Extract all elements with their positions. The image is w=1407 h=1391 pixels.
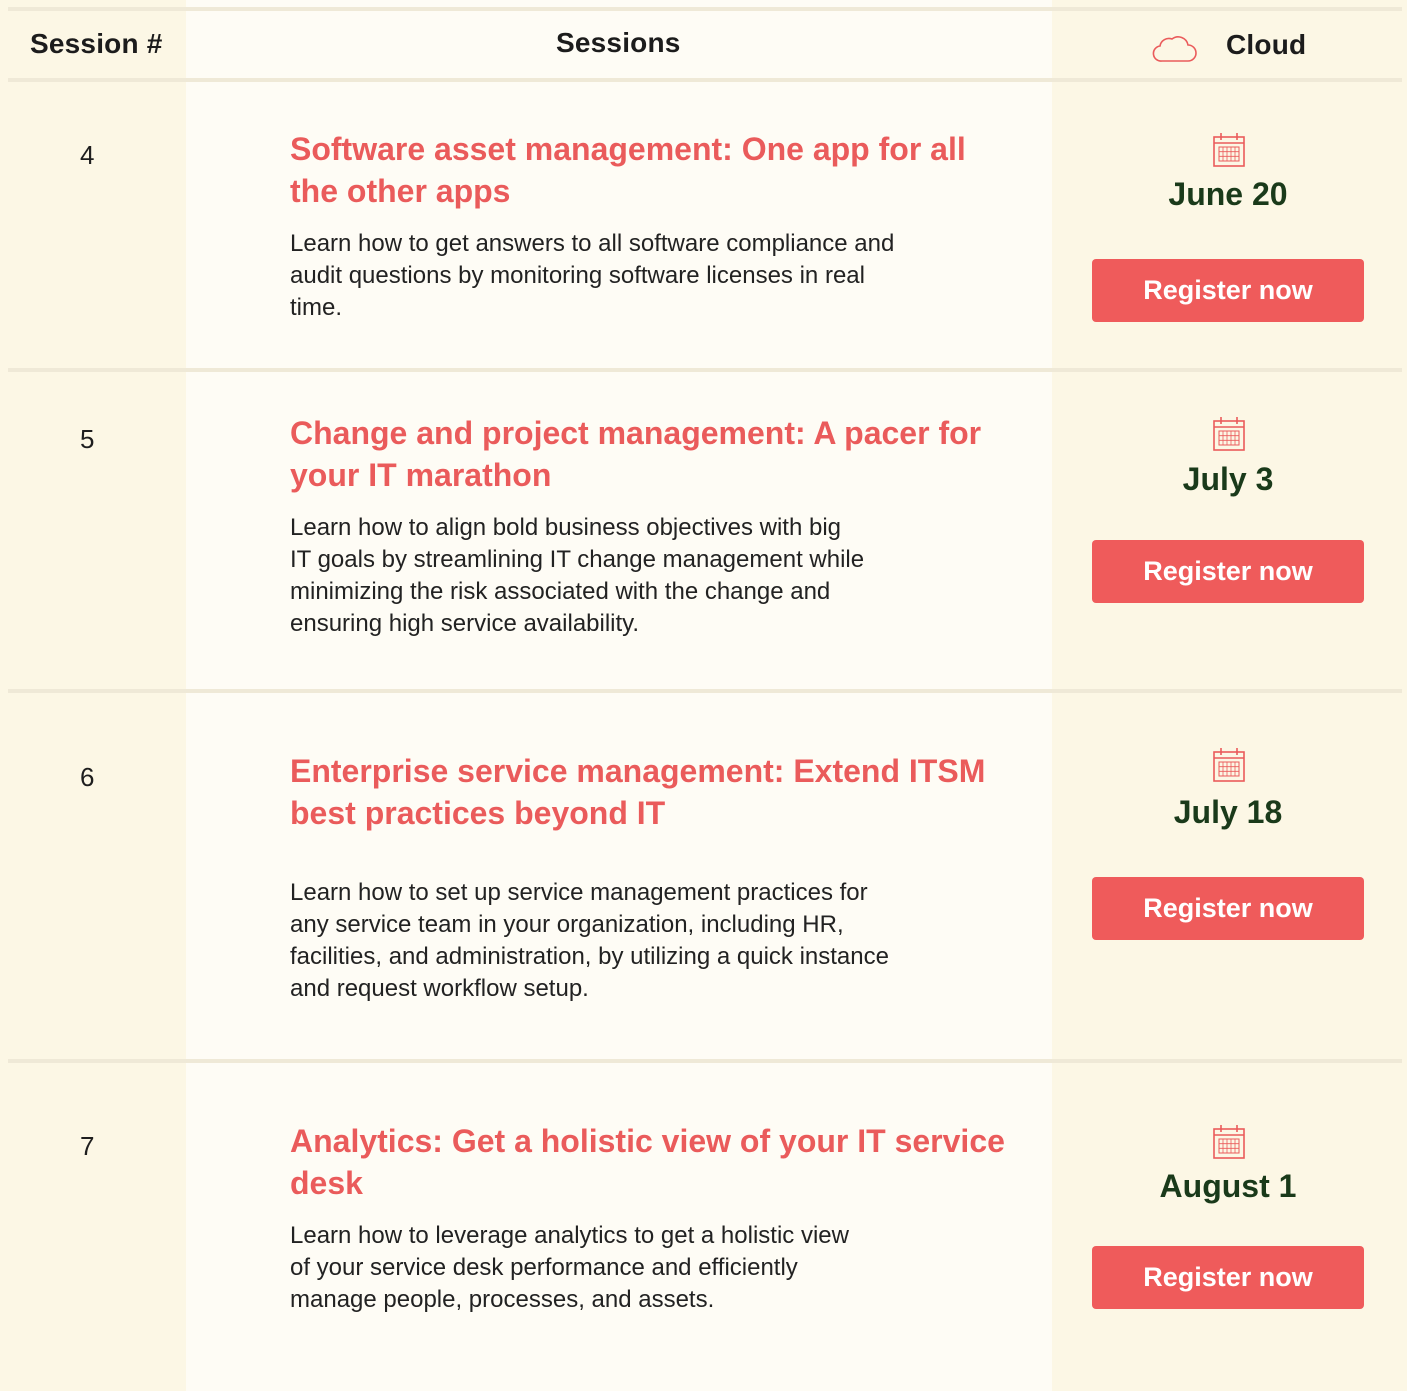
session-number: 6 (80, 762, 95, 792)
description-line: IT goals by streamlining IT change manag… (290, 546, 865, 573)
register-now-button[interactable]: Register now (1092, 1246, 1364, 1309)
session-number-column (0, 0, 186, 1391)
description-line: minimizing the risk associated with the … (290, 578, 831, 605)
header-session-number: Session # (30, 28, 163, 59)
session-number: 7 (80, 1131, 95, 1161)
session-date: July 18 (1173, 794, 1283, 830)
session-date: June 20 (1168, 176, 1288, 212)
description-line: Learn how to leverage analytics to get a… (290, 1222, 849, 1249)
webinar-schedule-table: Session # Sessions Cloud 4 Software asse… (0, 0, 1407, 1391)
session-title: Change and project management: A pacer f… (290, 415, 982, 493)
header-divider (8, 78, 1402, 82)
description-line: manage people, processes, and assets. (290, 1286, 715, 1313)
calendar-icon (1213, 748, 1245, 782)
description-line: of your service desk performance and eff… (290, 1254, 798, 1281)
row-divider (8, 689, 1402, 693)
session-description: Learn how to get answers to all software… (290, 228, 894, 324)
description-line: audit questions by monitoring software l… (290, 262, 865, 289)
description-line: Learn how to set up service management p… (290, 879, 868, 906)
register-now-button[interactable]: Register now (1092, 540, 1364, 603)
calendar-icon (1213, 1125, 1245, 1159)
session-description: Learn how to leverage analytics to get a… (290, 1220, 849, 1316)
description-line: and request workflow setup. (290, 975, 589, 1002)
row-divider (8, 368, 1402, 372)
description-line: facilities, and administration, by utili… (290, 943, 889, 970)
register-now-button[interactable]: Register now (1092, 259, 1364, 322)
session-date: August 1 (1159, 1168, 1297, 1204)
description-line: ensuring high service availability. (290, 610, 640, 637)
register-now-button[interactable]: Register now (1092, 877, 1364, 940)
cloud-icon (1152, 36, 1197, 62)
calendar-icon (1213, 417, 1245, 451)
description-line: any service team in your organization, i… (290, 911, 844, 938)
header-top-border (8, 7, 1402, 11)
session-date: July 3 (1182, 461, 1274, 497)
description-line: Learn how to align bold business objecti… (290, 514, 842, 541)
row-divider (8, 1059, 1402, 1063)
session-title: Analytics: Get a holistic view of your I… (290, 1123, 1005, 1201)
session-title: Software asset management: One app for a… (290, 131, 966, 209)
session-number: 5 (80, 424, 95, 454)
calendar-icon (1213, 133, 1245, 167)
header-sessions: Sessions (556, 27, 681, 58)
description-line: time. (290, 294, 343, 321)
session-description: Learn how to align bold business objecti… (290, 512, 864, 640)
session-title: Enterprise service management: Extend IT… (290, 753, 986, 831)
header-cloud: Cloud (1226, 29, 1307, 60)
description-line: Learn how to get answers to all software… (290, 230, 895, 257)
session-description: Learn how to set up service management p… (290, 877, 889, 1005)
session-number: 4 (80, 140, 95, 170)
